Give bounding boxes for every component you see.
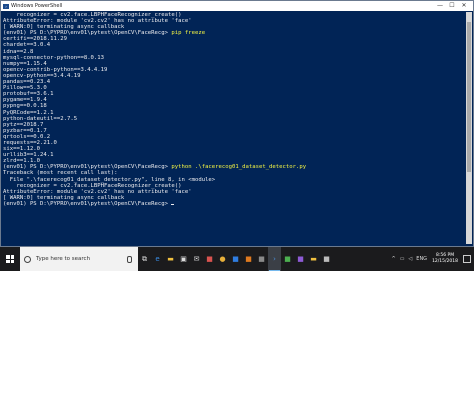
- app-purple-icon[interactable]: ■: [294, 247, 307, 271]
- powershell-icon[interactable]: ›: [268, 247, 281, 271]
- minimize-button[interactable]: —: [434, 1, 446, 11]
- store-icon[interactable]: ▣: [177, 247, 190, 271]
- volume-icon[interactable]: ◁: [408, 256, 412, 262]
- app-red-icon[interactable]: ■: [203, 247, 216, 271]
- app-light-icon[interactable]: ■: [320, 247, 333, 271]
- notification-center-icon[interactable]: [463, 255, 471, 263]
- taskbar-pinned-apps: ⧉ e ▬ ▣ ✉ ■ ● ■ ■ ■ › ■ ■ ▬ ■: [138, 247, 333, 271]
- folder-icon[interactable]: ▬: [307, 247, 320, 271]
- start-button[interactable]: [0, 247, 20, 271]
- language-indicator[interactable]: ENG: [416, 256, 427, 262]
- title-bar[interactable]: › Windows PowerShell — ☐ ✕: [1, 1, 473, 11]
- chrome-icon[interactable]: ●: [216, 247, 229, 271]
- console-command: pip freeze: [171, 30, 206, 37]
- task-view-icon[interactable]: ⧉: [138, 247, 151, 271]
- app-orange-icon[interactable]: ■: [242, 247, 255, 271]
- app-blue-icon[interactable]: ■: [229, 247, 242, 271]
- maximize-button[interactable]: ☐: [446, 1, 458, 11]
- clock-date: 12/15/2018: [432, 259, 458, 264]
- windows-logo-icon: [6, 255, 14, 263]
- system-tray: ^ ▭ ◁ ENG 8:56 PM 12/15/2018: [389, 247, 474, 271]
- tray-overflow-icon[interactable]: ^: [391, 256, 395, 262]
- scrollbar-thumb[interactable]: [467, 22, 471, 172]
- taskbar-search-box[interactable]: Type here to search: [20, 247, 138, 271]
- app-gray-icon[interactable]: ■: [255, 247, 268, 271]
- edge-icon[interactable]: e: [151, 247, 164, 271]
- search-icon: [24, 255, 31, 263]
- console-line: (env01) PS D:\PYPRO\env01\pytest\OpenCV\…: [3, 201, 465, 207]
- close-button[interactable]: ✕: [458, 1, 470, 11]
- console-command: python .\facerecog01_dataset_detector.py: [171, 164, 307, 171]
- powershell-window[interactable]: › Windows PowerShell — ☐ ✕ recognizer = …: [0, 0, 474, 247]
- console-output[interactable]: recognizer = cv2.face.LBPHFaceRecognizer…: [3, 12, 465, 244]
- text-cursor: [171, 203, 175, 205]
- vertical-scrollbar[interactable]: [466, 12, 472, 244]
- microphone-icon[interactable]: [127, 256, 132, 263]
- app-green-icon[interactable]: ■: [281, 247, 294, 271]
- powershell-title-icon: ›: [3, 3, 9, 9]
- taskbar: Type here to search ⧉ e ▬ ▣ ✉ ■ ● ■ ■ ■ › ■ ■ ▬ ■ ^ ▭ …: [0, 247, 474, 271]
- battery-icon[interactable]: ▭: [400, 256, 405, 262]
- window-title: Windows PowerShell: [11, 3, 63, 9]
- file-explorer-icon[interactable]: ▬: [164, 247, 177, 271]
- search-placeholder: Type here to search: [36, 256, 91, 262]
- clock[interactable]: 8:56 PM 12/15/2018: [432, 253, 458, 265]
- mail-icon[interactable]: ✉: [190, 247, 203, 271]
